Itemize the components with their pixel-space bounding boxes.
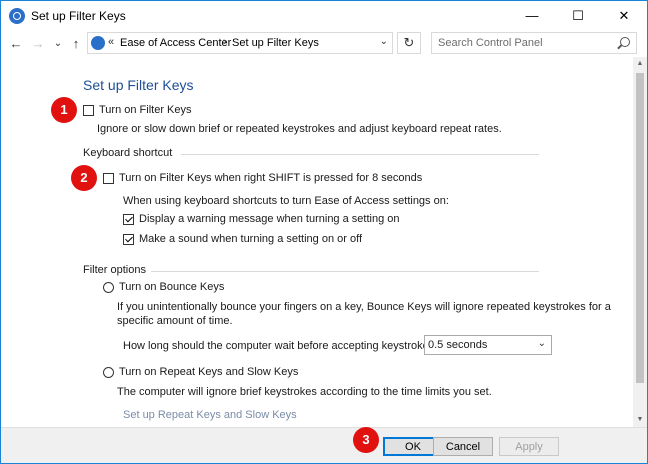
bounce-keys-radio[interactable]: Turn on Bounce Keys — [103, 281, 224, 293]
radio-label: Turn on Repeat Keys and Slow Keys — [119, 366, 299, 378]
radio-circle[interactable] — [103, 281, 114, 293]
up-arrow-icon[interactable]: ↑ — [67, 35, 85, 53]
window-title: Set up Filter Keys — [31, 9, 126, 23]
checkbox-box[interactable] — [83, 104, 94, 116]
turn-on-description: Ignore or slow down brief or repeated ke… — [97, 123, 502, 135]
apply-button[interactable]: Apply — [499, 437, 559, 456]
callout-badge-3: 3 — [353, 427, 379, 453]
turn-on-filter-keys-checkbox[interactable]: Turn on Filter Keys — [83, 104, 192, 116]
forward-arrow-icon[interactable]: → — [29, 35, 47, 53]
section-divider — [151, 271, 539, 272]
vertical-scrollbar[interactable]: ▲ ▼ — [633, 57, 647, 427]
setup-repeat-slow-keys-link[interactable]: Set up Repeat Keys and Slow Keys — [123, 409, 297, 421]
make-sound-checkbox[interactable]: Make a sound when turning a setting on o… — [123, 233, 362, 245]
refresh-icon[interactable]: ↻ — [397, 32, 421, 54]
recent-locations-chevron-icon[interactable]: ⌄ — [49, 35, 67, 53]
chevron-down-icon: ⌄ — [537, 338, 546, 349]
dialog-footer: 3 OK Cancel Apply — [1, 427, 647, 463]
search-icon[interactable] — [620, 37, 630, 47]
scroll-down-icon[interactable]: ▼ — [633, 413, 647, 427]
title-bar: Set up Filter Keys — ☐ ✕ — [1, 1, 647, 31]
bounce-wait-label: How long should the computer wait before… — [123, 340, 441, 352]
ease-of-access-icon — [9, 8, 25, 24]
breadcrumb-ease-of-access-center[interactable]: Ease of Access Center — [120, 37, 231, 49]
section-divider — [181, 154, 539, 155]
bounce-wait-dropdown[interactable]: 0.5 seconds ⌄ — [424, 335, 552, 355]
cancel-button[interactable]: Cancel — [433, 437, 493, 456]
minimize-button[interactable]: — — [509, 1, 555, 31]
checkbox-label: Make a sound when turning a setting on o… — [139, 233, 362, 245]
dropdown-value: 0.5 seconds — [428, 339, 488, 351]
address-dropdown-icon[interactable]: ⌄ — [380, 36, 388, 47]
checkbox-label: Display a warning message when turning a… — [139, 213, 400, 225]
shortcut-sub-intro: When using keyboard shortcuts to turn Ea… — [123, 195, 449, 207]
callout-badge-1: 1 — [51, 97, 77, 123]
shortcut-shift-checkbox[interactable]: Turn on Filter Keys when right SHIFT is … — [103, 172, 422, 184]
breadcrumb-separator-icon[interactable]: › — [223, 36, 227, 48]
repeat-slow-keys-radio[interactable]: Turn on Repeat Keys and Slow Keys — [103, 366, 298, 378]
checkbox-box[interactable] — [123, 213, 134, 225]
keyboard-shortcut-heading: Keyboard shortcut — [83, 147, 173, 159]
checkbox-box[interactable] — [123, 233, 134, 245]
bounce-description-line2: specific amount of time. — [117, 315, 233, 327]
repeat-slow-description: The computer will ignore brief keystroke… — [117, 386, 492, 398]
display-warning-checkbox[interactable]: Display a warning message when turning a… — [123, 213, 399, 225]
search-box[interactable] — [431, 32, 637, 54]
radio-label: Turn on Bounce Keys — [119, 281, 225, 293]
maximize-button[interactable]: ☐ — [555, 1, 601, 31]
main-content: Set up Filter Keys 1 Turn on Filter Keys… — [1, 57, 633, 427]
back-arrow-icon[interactable]: ← — [7, 35, 25, 53]
checkbox-label: Turn on Filter Keys when right SHIFT is … — [119, 172, 423, 184]
radio-circle[interactable] — [103, 366, 114, 378]
search-input[interactable] — [438, 36, 608, 50]
checkbox-box[interactable] — [103, 172, 114, 184]
page-title: Set up Filter Keys — [83, 77, 194, 93]
breadcrumb-overflow-icon[interactable]: « — [108, 36, 114, 48]
control-panel-icon — [91, 36, 105, 50]
window: Set up Filter Keys — ☐ ✕ ← → ⌄ ↑ « Ease … — [0, 0, 648, 464]
address-bar[interactable]: « Ease of Access Center › Set up Filter … — [87, 32, 393, 54]
scroll-up-icon[interactable]: ▲ — [633, 57, 647, 71]
bounce-description-line1: If you unintentionally bounce your finge… — [117, 301, 611, 313]
checkbox-label: Turn on Filter Keys — [99, 104, 192, 116]
breadcrumb-set-up-filter-keys[interactable]: Set up Filter Keys — [232, 37, 319, 49]
scrollbar-thumb[interactable] — [636, 73, 644, 383]
filter-options-heading: Filter options — [83, 264, 146, 276]
close-button[interactable]: ✕ — [601, 1, 647, 31]
navigation-bar: ← → ⌄ ↑ « Ease of Access Center › Set up… — [1, 31, 647, 57]
callout-badge-2: 2 — [71, 165, 97, 191]
